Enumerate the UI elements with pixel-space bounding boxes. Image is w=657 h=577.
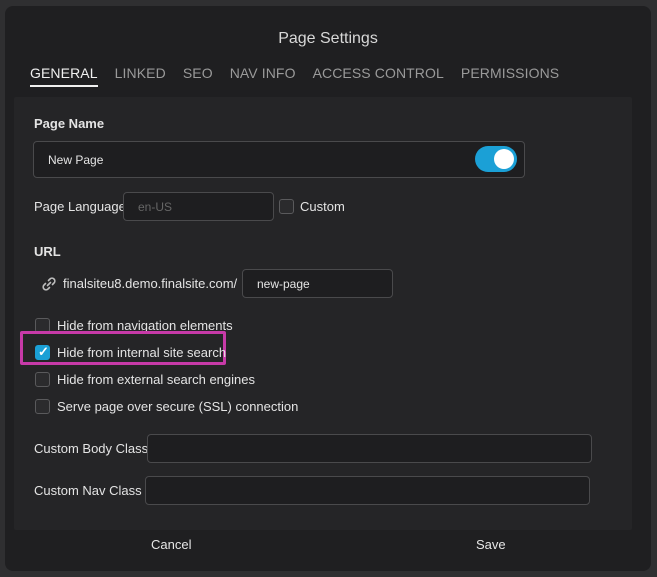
url-slug-field[interactable]: new-page (242, 269, 393, 298)
hide-from-internal-search-checkbox[interactable] (35, 344, 50, 360)
dialog-title: Page Settings (278, 30, 378, 47)
link-icon (40, 275, 58, 298)
url-slug-value: new-page (257, 276, 310, 291)
tab-nav-info[interactable]: NAV INFO (230, 65, 296, 87)
page-language-label: Page Language (34, 199, 126, 214)
serve-ssl-checkbox[interactable] (35, 399, 50, 414)
tab-permissions[interactable]: PERMISSIONS (461, 65, 559, 87)
page-name-toggle[interactable] (475, 146, 517, 172)
page-name-label: Page Name (34, 116, 105, 131)
tab-seo[interactable]: SEO (183, 65, 213, 87)
custom-body-class-field[interactable] (147, 434, 592, 463)
url-label: URL (34, 244, 61, 259)
custom-language-label: Custom (300, 199, 345, 214)
tab-bar: GENERAL LINKED SEO NAV INFO ACCESS CONTR… (30, 65, 576, 87)
page-language-placeholder: en-US (138, 199, 173, 214)
hide-from-external-search-label: Hide from external search engines (57, 372, 255, 387)
serve-ssl-label: Serve page over secure (SSL) connection (57, 399, 299, 414)
custom-nav-class-label: Custom Nav Class (34, 483, 142, 498)
cancel-button[interactable]: Cancel (151, 537, 191, 552)
page-language-field[interactable]: en-US (123, 192, 274, 221)
custom-body-class-label: Custom Body Class (34, 441, 149, 456)
tab-access-control[interactable]: ACCESS CONTROL (313, 65, 444, 87)
custom-nav-class-field[interactable] (145, 476, 590, 505)
tab-general[interactable]: GENERAL (30, 65, 98, 87)
hide-from-internal-search-label: Hide from internal site search (57, 345, 227, 360)
custom-language-checkbox[interactable] (279, 199, 294, 214)
tab-linked[interactable]: LINKED (115, 65, 166, 87)
page-name-value: New Page (48, 152, 104, 167)
url-base: finalsiteu8.demo.finalsite.com/ (63, 276, 238, 291)
toggle-knob (494, 149, 514, 169)
page-name-field[interactable]: New Page (33, 141, 525, 178)
hide-from-external-search-checkbox[interactable] (35, 372, 50, 387)
save-button[interactable]: Save (476, 537, 506, 552)
